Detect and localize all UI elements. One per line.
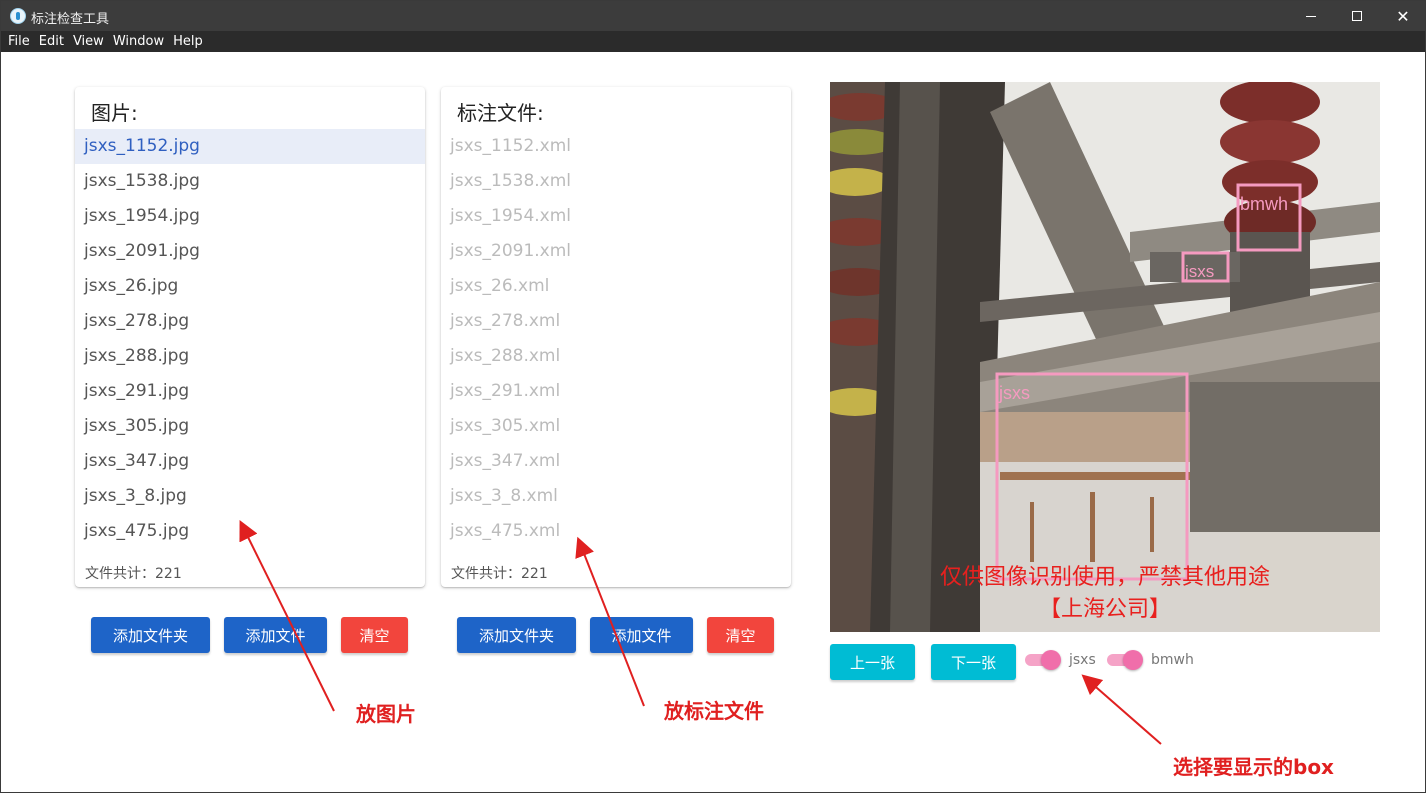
callout-annotations: 放标注文件 (664, 699, 764, 723)
callout-arrows (239, 520, 1162, 745)
arrow-images (239, 520, 335, 712)
app-window: 标注检查工具 ✕ File Edit View Window Help 图片: … (0, 0, 1426, 793)
callout-images: 放图片 (356, 702, 416, 726)
arrow-annotations (575, 536, 645, 707)
arrow-filters (1081, 674, 1162, 745)
callout-filters: 选择要显示的box (1173, 755, 1334, 779)
